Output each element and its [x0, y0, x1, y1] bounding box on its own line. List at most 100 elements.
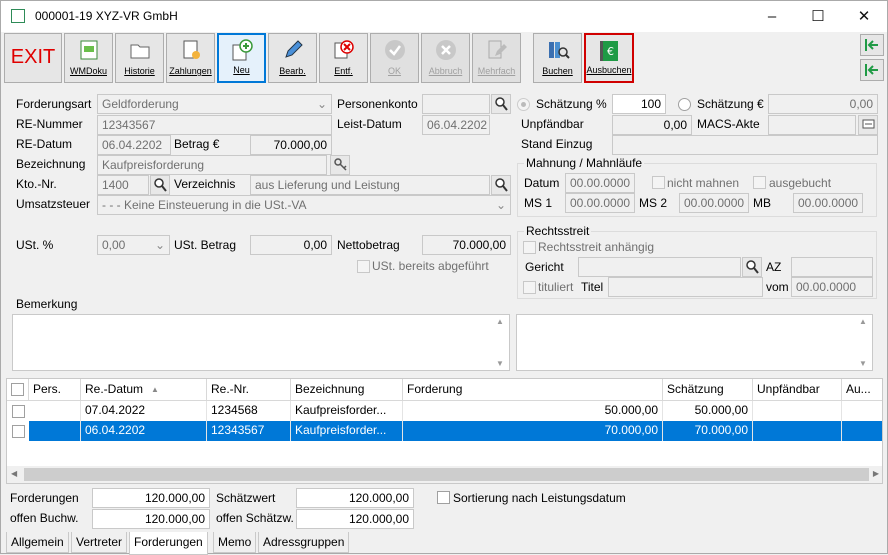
scroll-up-icon: ▲ — [496, 317, 504, 326]
mehrfach-button[interactable]: Mehrfach — [472, 33, 521, 83]
ms2-input[interactable]: 00.00.0000 — [679, 193, 749, 213]
schaetzung-pct-input[interactable]: 100 — [612, 94, 666, 114]
tab-forderungen[interactable]: Forderungen — [129, 532, 208, 555]
header-unpfaendbar[interactable]: Unpfändbar — [753, 379, 842, 401]
tituliert-checkbox[interactable] — [523, 281, 536, 294]
notiz-scrollbar[interactable]: ▲ ▼ — [855, 315, 872, 370]
bemerkung-scrollbar[interactable]: ▲ ▼ — [492, 315, 509, 370]
mahnung-datum-input[interactable]: 00.00.0000 — [565, 173, 635, 193]
header-pers[interactable]: Pers. — [29, 379, 81, 401]
close-button[interactable]: ✕ — [841, 1, 887, 32]
app-icon — [11, 9, 25, 23]
ausgebucht-label: ausgebucht — [769, 176, 832, 190]
cell-pers — [29, 401, 81, 421]
schaetzung-eur-label: Schätzung € — [697, 97, 764, 111]
abbruch-button[interactable]: Abbruch — [421, 33, 470, 83]
schaetzung-eur-radio[interactable] — [678, 98, 691, 111]
schaetzung-pct-radio[interactable] — [517, 98, 530, 111]
select-all-header[interactable] — [7, 379, 29, 401]
nicht-mahnen-checkbox[interactable] — [652, 176, 665, 189]
header-schaetzung[interactable]: Schätzung — [663, 379, 753, 401]
macs-akte-input[interactable] — [768, 115, 856, 135]
scroll-thumb[interactable] — [24, 468, 869, 481]
mb-input[interactable]: 00.00.0000 — [793, 193, 863, 213]
wmdoku-button[interactable]: WMDoku — [64, 33, 113, 83]
sort-asc-icon: ▲ — [151, 385, 159, 394]
bezeichnung-input[interactable]: Kaufpreisforderung — [97, 155, 327, 175]
forderungsart-select[interactable]: Geldforderung ⌄ — [97, 94, 332, 114]
cell-schaetzung: 50.000,00 — [663, 401, 753, 421]
ms2-label: MS 2 — [639, 196, 668, 210]
kto-nr-search-button[interactable] — [150, 175, 170, 195]
personenkonto-search-button[interactable] — [491, 94, 511, 114]
card-icon — [862, 119, 875, 129]
gericht-search-button[interactable] — [742, 257, 762, 277]
offen-schaetzw-total: 120.000,00 — [296, 509, 414, 529]
sortierung-checkbox[interactable] — [437, 491, 450, 504]
verzeichnis-search-button[interactable] — [491, 175, 511, 195]
titel-input[interactable] — [608, 277, 763, 297]
header-au[interactable]: Au... — [842, 379, 882, 401]
re-datum-input[interactable]: 06.04.2202 — [97, 135, 171, 155]
nav-back-button[interactable] — [860, 34, 884, 56]
ms1-input[interactable]: 00.00.0000 — [565, 193, 635, 213]
row-checkbox[interactable] — [12, 425, 25, 438]
zahlungen-button[interactable]: Zahlungen — [166, 33, 215, 83]
chevron-down-icon: ⌄ — [495, 198, 506, 212]
offen-buchw-label: offen Buchw. — [10, 511, 79, 525]
maximize-button[interactable]: ☐ — [795, 1, 841, 32]
header-bezeichnung[interactable]: Bezeichnung — [291, 379, 403, 401]
bemerkung-textarea[interactable]: ▲ ▼ — [12, 314, 510, 371]
ok-button[interactable]: OK — [370, 33, 419, 83]
bearb-button[interactable]: Bearb. — [268, 33, 317, 83]
unpfaendbar-input[interactable]: 0,00 — [612, 115, 692, 135]
nettobetrag-input[interactable]: 70.000,00 — [422, 235, 511, 255]
umsatzsteuer-select[interactable]: - - - Keine Einsteuerung in die USt.-VA … — [97, 195, 511, 215]
table-row[interactable]: 07.04.2022 1234568 Kaufpreisforder... 50… — [7, 401, 882, 421]
ausbuchen-button[interactable]: € Ausbuchen — [584, 33, 634, 83]
gericht-input[interactable] — [578, 257, 741, 277]
ust-abgefuehrt-label: USt. bereits abgeführt — [372, 259, 489, 273]
book-search-icon — [548, 42, 570, 59]
az-input[interactable] — [791, 257, 873, 277]
re-nummer-input[interactable]: 12343567 — [97, 115, 332, 135]
header-re-datum[interactable]: Re.-Datum ▲ — [81, 379, 207, 401]
entf-button[interactable]: Entf. — [319, 33, 368, 83]
buchen-button[interactable]: Buchen — [533, 33, 582, 83]
schaetzung-eur-input[interactable]: 0,00 — [768, 94, 878, 114]
kto-nr-input[interactable]: 1400 — [97, 175, 149, 195]
svg-text:€: € — [607, 45, 614, 58]
betrag-input[interactable]: 70.000,00 — [250, 135, 332, 155]
header-forderung[interactable]: Forderung — [403, 379, 663, 401]
nav-first-button[interactable] — [860, 59, 884, 81]
kto-nr-label: Kto.-Nr. — [16, 177, 57, 191]
table-hscrollbar[interactable]: ◀ ▶ — [7, 466, 882, 483]
ust-abgefuehrt-checkbox[interactable] — [357, 260, 370, 273]
row-checkbox[interactable] — [12, 405, 25, 418]
ust-pct-select[interactable]: 0,00 ⌄ — [97, 235, 170, 255]
macs-akte-button[interactable] — [858, 115, 878, 135]
historie-button[interactable]: Historie — [115, 33, 164, 83]
tab-memo[interactable]: Memo — [213, 532, 257, 553]
personenkonto-input[interactable] — [422, 94, 490, 114]
header-re-nr[interactable]: Re.-Nr. — [207, 379, 291, 401]
neu-button[interactable]: Neu — [217, 33, 266, 83]
exit-button[interactable]: EXIT — [4, 33, 62, 83]
minimize-button[interactable]: – — [749, 1, 795, 32]
cell-bezeichnung: Kaufpreisforder... — [291, 401, 403, 421]
notiz-textarea[interactable]: ▲ ▼ — [516, 314, 873, 371]
bezeichnung-key-button[interactable] — [330, 155, 350, 175]
rechtsstreit-title: Rechtsstreit — [524, 224, 592, 238]
ausgebucht-checkbox[interactable] — [753, 176, 766, 189]
ust-betrag-input[interactable]: 0,00 — [250, 235, 332, 255]
stand-einzug-input[interactable] — [612, 135, 878, 155]
tab-vertreter[interactable]: Vertreter — [71, 532, 128, 553]
rechtsstreit-anhaengig-checkbox[interactable] — [523, 241, 536, 254]
table-row-selected[interactable]: 06.04.2202 12343567 Kaufpreisforder... 7… — [7, 421, 882, 441]
tab-adressgruppen[interactable]: Adressgruppen — [258, 532, 350, 553]
tab-allgemein[interactable]: Allgemein — [6, 532, 69, 553]
verzeichnis-input[interactable]: aus Lieferung und Leistung — [250, 175, 490, 195]
forderungsart-label: Forderungsart — [16, 97, 92, 111]
vom-input[interactable]: 00.00.0000 — [791, 277, 873, 297]
leist-datum-input[interactable]: 06.04.2202 — [422, 115, 490, 135]
